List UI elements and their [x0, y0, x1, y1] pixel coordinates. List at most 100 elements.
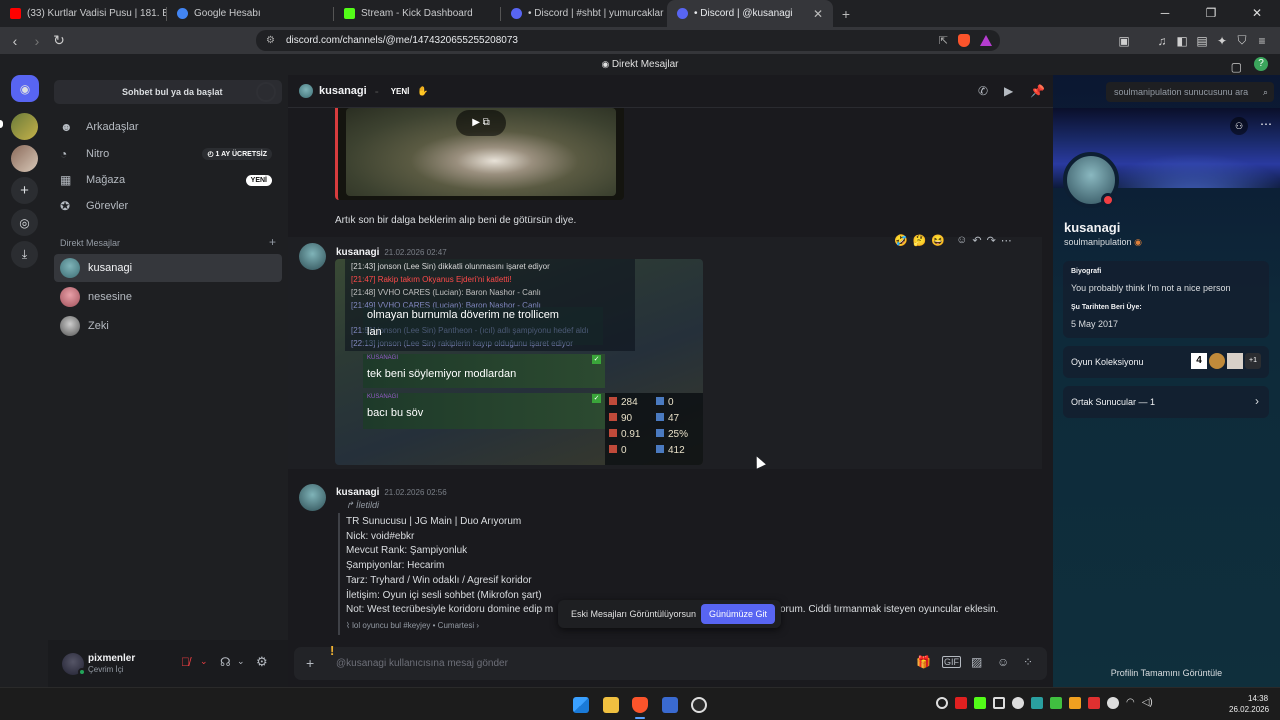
clock-time[interactable]: 14:38 — [1248, 694, 1268, 703]
app-icon[interactable] — [662, 697, 678, 713]
tray-icon[interactable] — [1050, 697, 1062, 709]
avatar — [60, 316, 80, 336]
avatar[interactable] — [299, 243, 326, 270]
video-embed[interactable]: ▶ ⧉ — [335, 108, 624, 200]
headphones-icon[interactable]: ☊ — [220, 655, 231, 669]
help-icon[interactable]: ? — [1254, 57, 1268, 71]
pin-icon[interactable]: 📌 — [1030, 84, 1045, 98]
volume-icon[interactable]: ◁) — [1142, 697, 1153, 709]
settings-icon[interactable]: ⚙ — [256, 654, 268, 670]
tray-icon[interactable] — [1069, 697, 1081, 709]
gift-icon[interactable]: 🎁 — [916, 655, 931, 669]
nav-nitro[interactable]: ◔ Nitro ◴ 1 AY ÜCRETSİZ — [54, 141, 282, 167]
dm-item-kusanagi[interactable]: kusanagi — [54, 254, 282, 282]
menu-icon[interactable]: ≡ — [1252, 34, 1272, 48]
sticker-icon[interactable]: ▨ — [971, 655, 982, 669]
message-author[interactable]: kusanagi — [336, 487, 379, 498]
url-field[interactable]: ⚙ discord.com/channels/@me/1474320655255… — [256, 30, 1000, 51]
add-dm-icon[interactable]: + — [269, 235, 276, 249]
mic-muted-icon[interactable]: 🎙̸ — [181, 655, 190, 669]
minimize-button[interactable]: ─ — [1142, 0, 1188, 27]
message-author[interactable]: kusanagi — [336, 247, 379, 258]
jump-to-present-button[interactable]: Günümüze Git — [700, 604, 775, 624]
file-explorer-icon[interactable] — [603, 697, 619, 713]
chevron-down-icon[interactable]: ⌄ — [200, 656, 208, 667]
dm-item-nesesine[interactable]: nesesine — [54, 283, 282, 311]
more-icon[interactable]: ⋯ — [1260, 117, 1272, 135]
reply-icon[interactable]: ↶ — [972, 234, 981, 247]
tray-icon[interactable] — [936, 697, 948, 709]
header-search[interactable]: soulmanipulation sunucusunu ara ⌕ — [1106, 82, 1274, 102]
forward-source[interactable]: ⌇ lol oyuncu bul #keyjey • Cumartesi › — [346, 621, 479, 630]
new-tab-button[interactable]: + — [833, 6, 859, 22]
start-icon[interactable] — [573, 697, 589, 713]
dm-item-zeki[interactable]: Zeki — [54, 312, 282, 340]
add-reaction-icon[interactable]: ☺ — [956, 234, 967, 247]
tray-icon[interactable] — [1107, 697, 1119, 709]
tray-icon[interactable] — [1088, 697, 1100, 709]
avatar[interactable] — [299, 484, 326, 511]
play-button[interactable]: ▶ ⧉ — [456, 110, 506, 136]
wallet-icon[interactable]: ▤ — [1192, 34, 1212, 48]
reaction-laugh-icon[interactable]: 🤣 — [894, 234, 908, 247]
discover-icon[interactable]: ◎ — [11, 209, 38, 236]
gif-icon[interactable]: GIF — [942, 656, 961, 668]
add-friend-icon[interactable]: ⚇ — [1230, 117, 1248, 135]
download-icon[interactable]: ⤓ — [11, 241, 38, 268]
brave-shield-icon[interactable] — [958, 34, 970, 47]
tray-icon[interactable] — [1031, 697, 1043, 709]
reload-icon[interactable]: ↻ — [48, 32, 70, 49]
nav-friends[interactable]: ☻ Arkadaşlar — [54, 114, 282, 140]
sidebar-icon[interactable]: ◧ — [1172, 34, 1192, 48]
mutual-servers-card[interactable]: Ortak Sunucular — 1 › — [1063, 386, 1269, 418]
game-screenshot[interactable]: [21:43] jonson (Lee Sin) dikkatli olunma… — [335, 259, 703, 465]
nav-quests[interactable]: ✪ Görevler — [54, 193, 282, 219]
close-window-button[interactable]: ✕ — [1234, 0, 1280, 27]
dm-search-button[interactable]: Sohbet bul ya da başlat — [54, 80, 282, 104]
server-icon[interactable] — [11, 113, 38, 140]
browser-tab[interactable]: Google Hesabı — [167, 0, 333, 27]
view-full-profile-link[interactable]: Profilin Tamamını Görüntüle — [1053, 668, 1280, 678]
clock-date[interactable]: 26.02.2026 — [1229, 705, 1269, 714]
vpn-icon[interactable]: ⛉ — [1232, 33, 1252, 48]
leo-icon[interactable]: ✦ — [1212, 34, 1232, 48]
video-call-icon[interactable]: ▶ — [1004, 84, 1013, 98]
browser-tab-active[interactable]: • Discord | @kusanagi ✕ — [667, 0, 833, 27]
game-collection-card[interactable]: Oyun Koleksiyonu 4 +1 — [1063, 346, 1269, 378]
brave-icon[interactable] — [632, 697, 648, 713]
brave-rewards-icon[interactable] — [980, 35, 992, 46]
music-icon[interactable]: ♫ — [1152, 34, 1172, 48]
obs-icon[interactable] — [691, 697, 707, 713]
forward-icon: ↱ — [346, 500, 357, 510]
reaction-think-icon[interactable]: 🤔 — [913, 234, 927, 247]
maximize-button[interactable]: ❐ — [1188, 0, 1234, 27]
tray-icon[interactable] — [993, 697, 1005, 709]
browser-tab[interactable]: • Discord | #shbt | yumurcaklar — [501, 0, 667, 27]
tray-icon[interactable] — [1012, 697, 1024, 709]
more-icon[interactable]: ⋯ — [1001, 234, 1012, 247]
tray-icon[interactable] — [955, 697, 967, 709]
back-icon[interactable]: ‹ — [4, 33, 26, 49]
forward-icon[interactable]: ↷ — [987, 234, 996, 247]
wifi-icon[interactable]: ◠ — [1126, 697, 1135, 709]
forward-icon[interactable]: › — [26, 33, 48, 49]
close-icon[interactable]: ✕ — [813, 7, 823, 21]
message-input[interactable]: @kusanagi kullanıcısına mesaj gönder — [336, 658, 508, 669]
browser-tab[interactable]: (33) Kurtlar Vadisi Pusu | 181. Bölüm | — [0, 0, 166, 27]
apps-icon[interactable]: ⁘ — [1023, 655, 1033, 669]
add-server-icon[interactable]: + — [11, 177, 38, 204]
browser-tab[interactable]: Stream - Kick Dashboard — [334, 0, 500, 27]
site-settings-icon[interactable]: ⚙ — [266, 35, 275, 46]
discord-home-icon[interactable]: ◉ — [11, 75, 39, 102]
server-icon[interactable] — [11, 145, 38, 172]
reaction-grin-icon[interactable]: 😆 — [931, 234, 945, 247]
nav-shop[interactable]: ▦ Mağaza YENİ — [54, 167, 282, 193]
tray-icon[interactable] — [974, 697, 986, 709]
screenshot-icon[interactable]: ▣ — [1114, 34, 1134, 48]
add-attachment-icon[interactable]: + — [306, 655, 314, 671]
share-icon[interactable]: ⇱ — [939, 34, 948, 47]
emoji-icon[interactable]: ☺ — [997, 655, 1009, 669]
chevron-down-icon[interactable]: ⌄ — [237, 656, 245, 667]
voice-call-icon[interactable]: ✆ — [978, 84, 988, 98]
forwarded-text: TR Sunucusu | JG Main | Duo Arıyorum Nic… — [346, 516, 554, 616]
